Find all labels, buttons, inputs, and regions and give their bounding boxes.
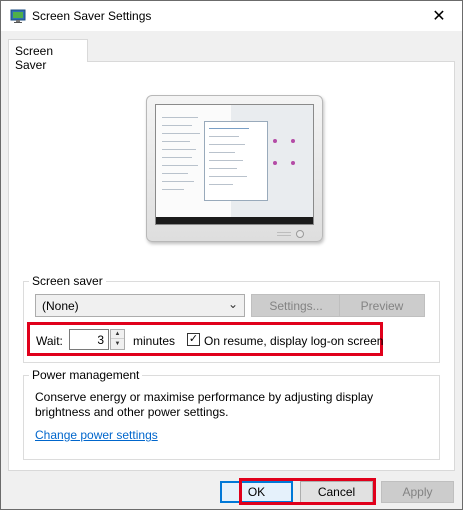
preview-icon bbox=[273, 139, 277, 143]
preview-text-line bbox=[162, 141, 190, 142]
preview-text-line bbox=[209, 136, 239, 137]
title-bar: Screen Saver Settings ✕ bbox=[1, 1, 462, 31]
screen-saver-app-icon bbox=[10, 9, 26, 23]
change-power-settings-link[interactable]: Change power settings bbox=[35, 428, 158, 442]
preview-text-line bbox=[162, 165, 198, 166]
preview-icon bbox=[291, 139, 295, 143]
close-icon: ✕ bbox=[432, 8, 446, 25]
preview-text-line bbox=[162, 149, 196, 150]
preview-dialog bbox=[204, 121, 268, 201]
wait-minutes-spinner[interactable]: ▲ ▼ bbox=[110, 329, 125, 350]
preview-text-line bbox=[162, 173, 188, 174]
spin-down-icon[interactable]: ▼ bbox=[111, 340, 124, 349]
monitor-preview bbox=[146, 95, 323, 242]
screen-saver-settings-window: Screen Saver Settings ✕ Screen Saver Scr… bbox=[0, 0, 463, 510]
highlight-annotation-buttons bbox=[239, 478, 376, 505]
apply-button[interactable]: Apply bbox=[381, 481, 454, 503]
power-management-group-label: Power management bbox=[29, 368, 143, 382]
preview-text-line bbox=[209, 168, 237, 169]
close-button[interactable]: ✕ bbox=[416, 1, 462, 31]
preview-text-line bbox=[209, 184, 233, 185]
preview-text-line bbox=[209, 144, 245, 145]
power-description-line1: Conserve energy or maximise performance … bbox=[35, 390, 374, 404]
settings-button[interactable]: Settings... bbox=[251, 294, 341, 317]
preview-text-line bbox=[162, 189, 184, 190]
monitor-vent bbox=[277, 232, 291, 236]
preview-text-line bbox=[162, 133, 200, 134]
window-title: Screen Saver Settings bbox=[32, 9, 152, 23]
wait-label: Wait: bbox=[36, 334, 63, 348]
preview-text-line bbox=[209, 152, 235, 153]
power-description-line2: brightness and other power settings. bbox=[35, 405, 229, 419]
preview-button[interactable]: Preview bbox=[339, 294, 425, 317]
preview-icon bbox=[291, 161, 295, 165]
tab-screen-saver[interactable]: Screen Saver bbox=[8, 39, 88, 72]
preview-text-line bbox=[162, 157, 192, 158]
monitor-power-icon bbox=[296, 230, 304, 238]
screen-saver-select[interactable]: (None) ⌄ bbox=[35, 294, 245, 317]
screen-saver-select-value: (None) bbox=[42, 299, 79, 313]
checkmark-icon: ✓ bbox=[188, 333, 199, 345]
preview-taskbar bbox=[156, 217, 313, 224]
preview-icon bbox=[273, 161, 277, 165]
preview-screen bbox=[155, 104, 314, 225]
preview-text-line bbox=[209, 128, 249, 129]
spin-up-icon[interactable]: ▲ bbox=[111, 330, 124, 339]
minutes-label: minutes bbox=[133, 334, 176, 348]
screen-saver-group-label: Screen saver bbox=[29, 274, 106, 288]
wait-minutes-input[interactable]: 3 bbox=[69, 329, 109, 350]
preview-text-line bbox=[162, 125, 192, 126]
screen-saver-tab-panel: Screen saver (None) ⌄ Settings... Previe… bbox=[8, 61, 455, 471]
preview-text-line bbox=[162, 181, 194, 182]
chevron-down-icon: ⌄ bbox=[227, 297, 238, 311]
resume-logon-label[interactable]: On resume, display log-on screen bbox=[204, 334, 383, 348]
preview-text-line bbox=[209, 160, 243, 161]
resume-logon-checkbox[interactable]: ✓ bbox=[187, 333, 200, 346]
preview-text-line bbox=[209, 176, 247, 177]
preview-text-line bbox=[162, 117, 198, 118]
